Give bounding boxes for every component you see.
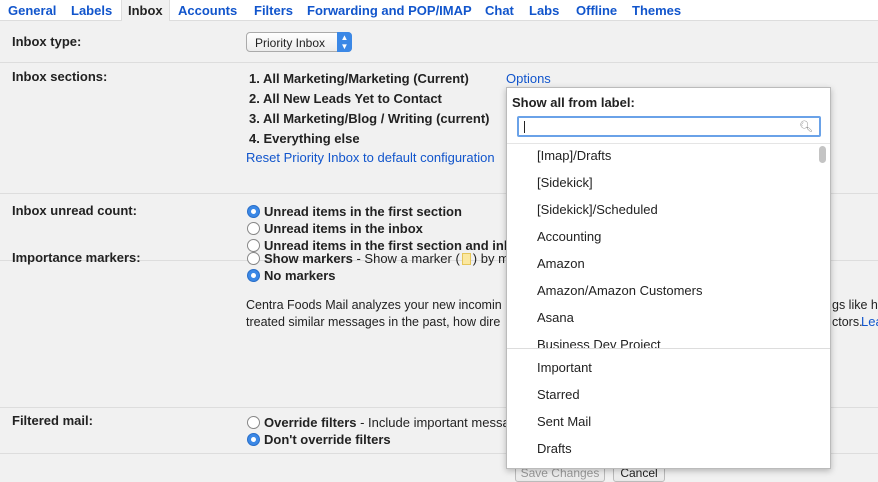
label-option[interactable]: Accounting xyxy=(537,229,601,244)
tab-chat[interactable]: Chat xyxy=(485,3,514,18)
label-picker-dropdown: Show all from label: 🔍︎ [Imap]/Drafts [S… xyxy=(506,87,831,469)
filtered-mail-label: Filtered mail: xyxy=(12,413,93,428)
unread-option-inbox[interactable]: Unread items in the inbox xyxy=(247,221,423,236)
dont-override-filters-option[interactable]: Don't override filters xyxy=(247,432,391,447)
label-option[interactable]: [Sidekick]/Scheduled xyxy=(537,202,658,217)
divider xyxy=(507,348,830,349)
importance-description-line2-end: ctors. xyxy=(832,315,863,329)
label-option[interactable]: Amazon/Amazon Customers xyxy=(537,283,702,298)
tab-general[interactable]: General xyxy=(8,3,56,18)
radio-icon xyxy=(247,252,260,265)
tab-labs[interactable]: Labs xyxy=(529,3,559,18)
tab-filters[interactable]: Filters xyxy=(254,3,293,18)
section-item: 3. All Marketing/Blog / Writing (current… xyxy=(249,111,490,126)
tab-accounts[interactable]: Accounts xyxy=(178,3,237,18)
unread-count-label: Inbox unread count: xyxy=(12,203,137,218)
label-list[interactable]: [Imap]/Drafts [Sidekick] [Sidekick]/Sche… xyxy=(507,143,830,348)
inbox-type-selected-value: Priority Inbox xyxy=(255,36,326,50)
magnifier-icon: 🔍︎ xyxy=(799,121,813,133)
tab-inbox[interactable]: Inbox xyxy=(121,0,170,22)
section-item: 4. Everything else xyxy=(249,131,360,146)
no-markers-option[interactable]: No markers xyxy=(247,268,336,283)
label-option[interactable]: Business Dev Project xyxy=(537,337,661,348)
text-caret xyxy=(524,121,525,133)
inbox-sections-label: Inbox sections: xyxy=(12,69,108,84)
select-arrows-icon: ▲ ▼ xyxy=(337,32,352,52)
section-options-link[interactable]: Options xyxy=(506,71,551,86)
reset-priority-inbox-link[interactable]: Reset Priority Inbox to default configur… xyxy=(246,150,495,165)
inbox-type-label: Inbox type: xyxy=(12,34,82,49)
inbox-type-select[interactable]: Priority Inbox ▲ ▼ xyxy=(246,32,352,52)
system-label-important[interactable]: Important xyxy=(537,360,592,375)
importance-marker-icon xyxy=(461,253,471,265)
tab-offline[interactable]: Offline xyxy=(576,3,617,18)
show-markers-option[interactable]: Show markers - Show a marker () by m xyxy=(247,251,509,266)
label-search-input[interactable]: 🔍︎ xyxy=(517,116,821,137)
label-list-scrollbar[interactable] xyxy=(819,146,826,163)
label-option[interactable]: [Imap]/Drafts xyxy=(537,148,611,163)
radio-selected-icon xyxy=(247,205,260,218)
override-filters-option[interactable]: Override filters - Include important mes… xyxy=(247,415,510,430)
unread-option-first-section[interactable]: Unread items in the first section xyxy=(247,204,462,219)
tab-forwarding-pop-imap[interactable]: Forwarding and POP/IMAP xyxy=(307,3,472,18)
settings-tab-bar: General Labels Inbox Accounts Filters Fo… xyxy=(0,0,878,22)
system-label-sent-mail[interactable]: Sent Mail xyxy=(537,414,591,429)
radio-selected-icon xyxy=(247,269,260,282)
learn-more-link[interactable]: Lea xyxy=(861,314,878,329)
importance-markers-label: Importance markers: xyxy=(12,250,141,265)
importance-description-line2: treated similar messages in the past, ho… xyxy=(246,315,501,329)
importance-description-line1-end: gs like ho xyxy=(832,298,878,312)
radio-icon xyxy=(247,416,260,429)
label-picker-title: Show all from label: xyxy=(512,95,635,110)
label-option[interactable]: Asana xyxy=(537,310,574,325)
section-item: 2. All New Leads Yet to Contact xyxy=(249,91,442,106)
tab-themes[interactable]: Themes xyxy=(632,3,681,18)
system-label-starred[interactable]: Starred xyxy=(537,387,580,402)
label-option[interactable]: [Sidekick] xyxy=(537,175,593,190)
tab-labels[interactable]: Labels xyxy=(71,3,112,18)
radio-selected-icon xyxy=(247,433,260,446)
system-label-drafts[interactable]: Drafts xyxy=(537,441,572,456)
importance-description-line1: Centra Foods Mail analyzes your new inco… xyxy=(246,298,502,312)
radio-icon xyxy=(247,222,260,235)
section-item: 1. All Marketing/Marketing (Current) xyxy=(249,71,469,86)
label-option[interactable]: Amazon xyxy=(537,256,585,271)
inbox-type-row: Inbox type: Priority Inbox ▲ ▼ xyxy=(0,21,878,63)
